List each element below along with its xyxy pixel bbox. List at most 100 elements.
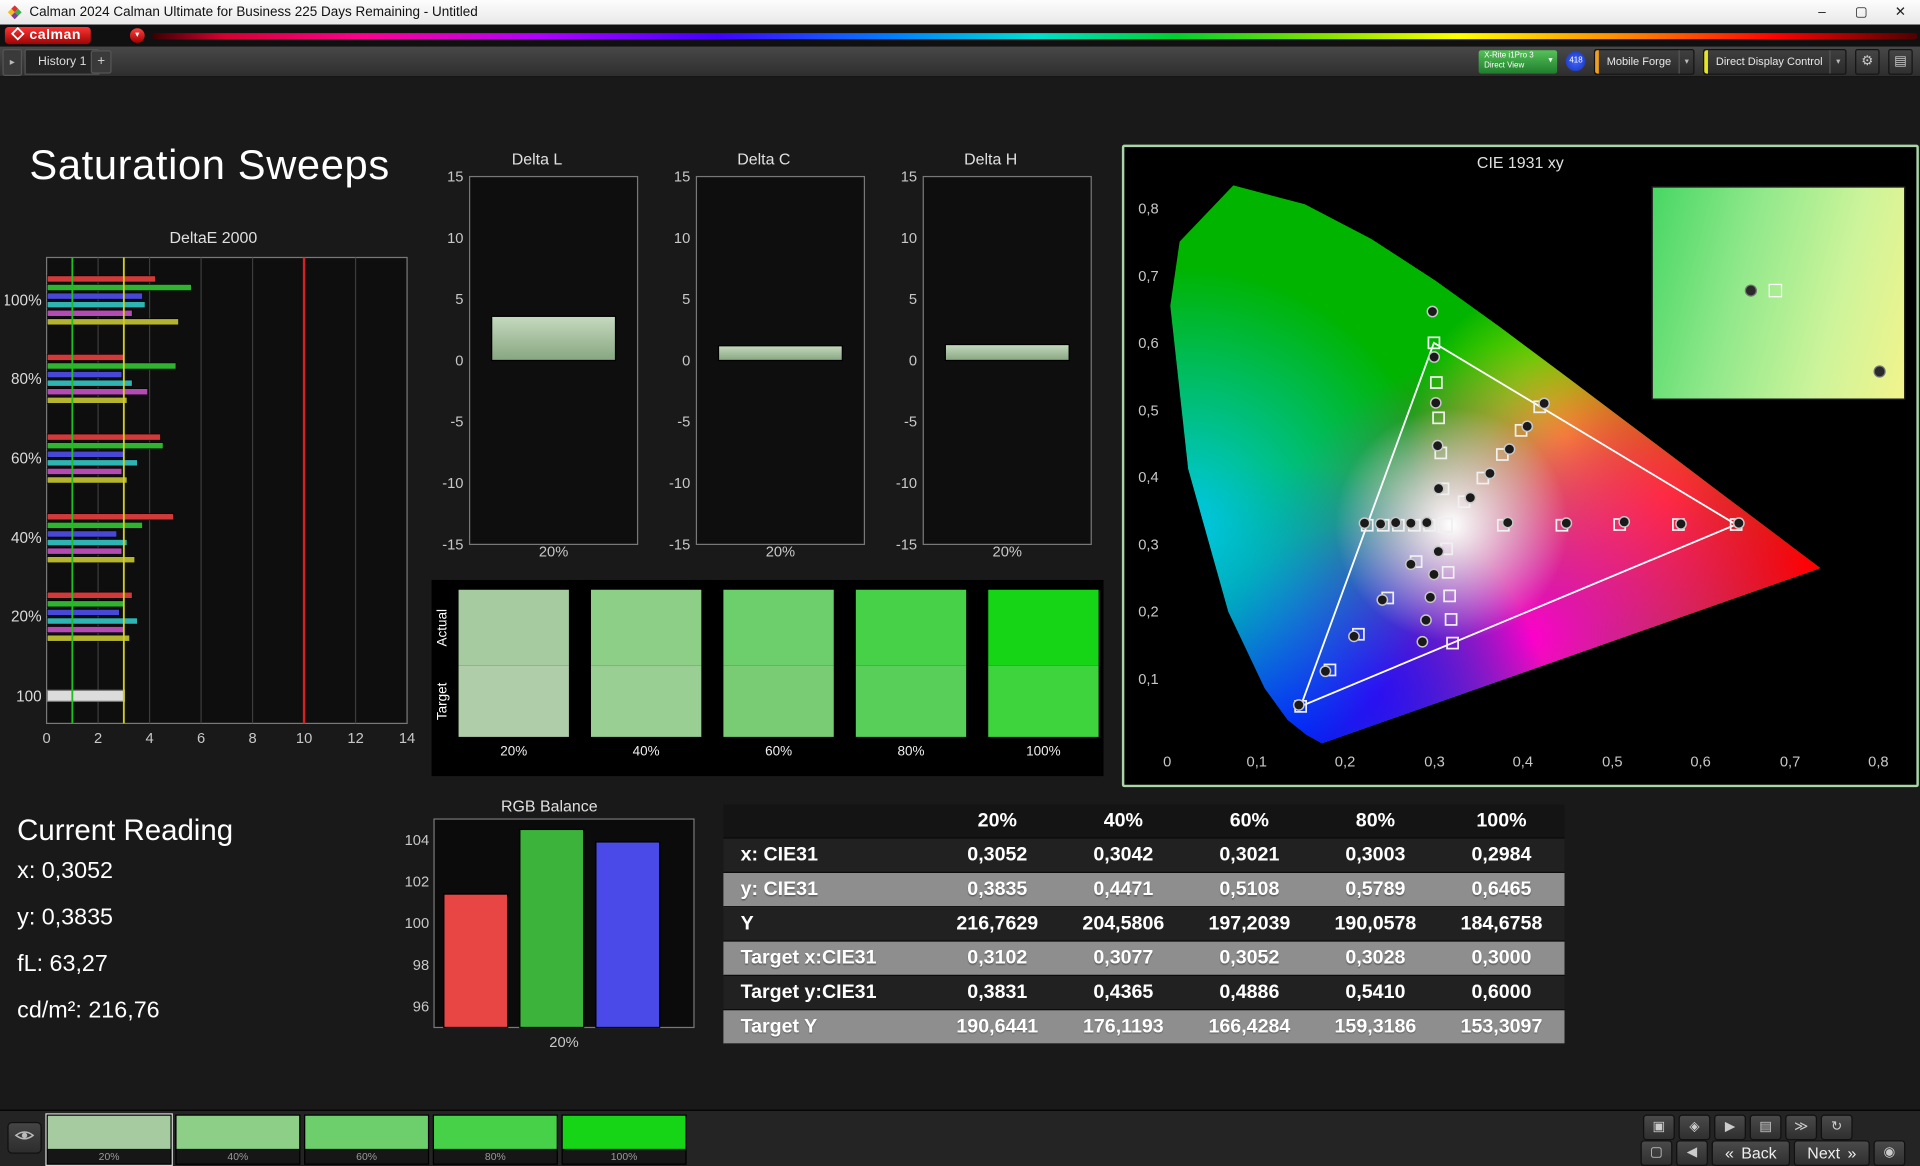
table-cell: 0,3077 xyxy=(1093,947,1154,969)
saturation-swatch-button[interactable]: 60% xyxy=(304,1114,430,1165)
eye-icon xyxy=(14,1127,35,1149)
delta-y-tick: -15 xyxy=(669,537,690,553)
next-label: Next xyxy=(1807,1143,1841,1163)
add-tab-button[interactable]: + xyxy=(90,50,112,74)
cie-x-tick: 0,3 xyxy=(1424,754,1444,770)
deltae-bar xyxy=(46,539,128,546)
deltae-x-tick: 12 xyxy=(347,731,363,747)
actual-swatch xyxy=(458,589,569,666)
meter-label: X-Rite i1Pro 3 Direct View xyxy=(1484,51,1548,71)
rgb-bar-blue xyxy=(595,841,661,1029)
app-icon xyxy=(7,5,22,20)
table-cell: 184,6758 xyxy=(1460,912,1543,934)
actual-row-label: Actual xyxy=(434,590,451,666)
cie-measured-point xyxy=(1428,351,1441,363)
swatch-color-block xyxy=(176,1115,300,1149)
actual-label-text: Actual xyxy=(435,609,450,647)
reading-fl: fL: 63,27 xyxy=(17,951,108,978)
table-cell: 190,0578 xyxy=(1334,912,1417,934)
table-column-header: 20% xyxy=(977,809,1017,831)
table-row: x: CIE31 0,3052 0,3042 0,3021 0,3003 0,2984 xyxy=(723,838,1565,873)
table-cell: 0,3052 xyxy=(967,844,1028,866)
rgb-y-tick: 104 xyxy=(405,833,430,849)
target-row-label: Target xyxy=(434,666,451,737)
skip-button[interactable]: ≫ xyxy=(1785,1114,1818,1141)
table-row: Y 216,7629 204,5806 197,2039 190,0578 184,675… xyxy=(723,907,1565,942)
actual-swatch xyxy=(855,589,967,666)
table-column-header: 100% xyxy=(1476,809,1527,831)
screenshot-button[interactable]: ▣ xyxy=(1642,1114,1675,1141)
brand-menu-caret[interactable]: ▾ xyxy=(129,28,145,43)
panel-expand-button[interactable]: ▸ xyxy=(2,49,23,77)
app-window: Calman 2024 Calman Ultimate for Business… xyxy=(0,0,1920,1166)
next-button[interactable]: Next » xyxy=(1793,1140,1870,1166)
deltae-group-label: 60% xyxy=(11,450,42,467)
deltae-bar xyxy=(46,522,143,529)
lock-button[interactable]: ◈ xyxy=(1678,1114,1711,1141)
cie-y-tick: 0,2 xyxy=(1138,605,1158,621)
display-control-button[interactable]: Direct Display Control ▾ xyxy=(1703,48,1847,75)
delta-bar xyxy=(491,315,617,362)
maximize-button[interactable]: ▢ xyxy=(1842,0,1881,25)
cie-measured-point xyxy=(1424,591,1437,604)
refresh-button[interactable]: ↻ xyxy=(1820,1114,1853,1141)
meter-line2: Direct View xyxy=(1484,61,1525,70)
table-cell: 0,3835 xyxy=(967,878,1028,900)
back-icon: « xyxy=(1724,1143,1734,1163)
source-selector-button[interactable]: Mobile Forge ▾ xyxy=(1594,48,1696,75)
cie-measured-point xyxy=(1404,517,1417,530)
table-column-header: 60% xyxy=(1229,809,1270,831)
delta-bar xyxy=(944,343,1070,362)
titlebar: Calman 2024 Calman Ultimate for Business… xyxy=(0,0,1920,26)
delta-y-tick: 10 xyxy=(447,231,463,247)
cie-x-tick: 0,8 xyxy=(1868,754,1888,770)
saturation-swatch-button[interactable]: 20% xyxy=(45,1113,173,1166)
actual-swatch xyxy=(988,589,1099,666)
table-cell: 216,7629 xyxy=(956,912,1039,934)
play-button[interactable]: ▶ xyxy=(1714,1114,1746,1141)
speaker-button[interactable]: ◀ xyxy=(1675,1140,1708,1166)
power-button[interactable]: ◉ xyxy=(1873,1140,1906,1166)
delta-bar xyxy=(717,345,843,362)
tab-history-1[interactable]: History 1 xyxy=(24,49,100,75)
deltae-bar xyxy=(46,284,192,291)
settings-gear-button[interactable]: ⚙ xyxy=(1855,48,1880,75)
layout-button[interactable]: ▤ xyxy=(1888,48,1913,75)
meter-count-badge[interactable]: 418 xyxy=(1566,51,1586,72)
cash-button[interactable]: ▤ xyxy=(1749,1114,1782,1141)
saturation-swatch-button[interactable]: 40% xyxy=(175,1114,301,1165)
delta-y-tick: 15 xyxy=(447,169,463,185)
saturation-swatch-button[interactable]: 100% xyxy=(561,1114,687,1165)
meter-selector-button[interactable]: X-Rite i1Pro 3 Direct View ▾ xyxy=(1479,49,1558,73)
current-reading-panel: Current Reading x: 0,3052 y: 0,3835 fL: … xyxy=(17,814,233,1035)
cie-y-tick: 0,7 xyxy=(1138,269,1158,285)
deltae-bar xyxy=(46,309,133,317)
deltae-bar xyxy=(46,609,120,616)
delta-y-tick: 15 xyxy=(674,169,690,185)
window-controls: – ▢ ✕ xyxy=(1802,0,1920,25)
cie-measured-point xyxy=(1404,558,1417,571)
delta-c-chart: Delta C 15 10 5 0 -5 -10 -15 20% xyxy=(660,150,868,567)
close-button[interactable]: ✕ xyxy=(1881,0,1920,25)
reading-x: x: 0,3052 xyxy=(17,858,114,885)
preview-eye-button[interactable] xyxy=(7,1121,42,1154)
table-cell: 0,3003 xyxy=(1345,844,1406,866)
bottom-bar: 20% 40% 60% 80% 100% ▣ ◈ ▶ ▤ ≫ ↻ ▢ ◀ « Back Next » ◉ xyxy=(0,1109,1920,1166)
cie-x-tick: 0,5 xyxy=(1602,754,1622,770)
saturation-swatch-button[interactable]: 80% xyxy=(432,1114,558,1165)
back-button[interactable]: « Back xyxy=(1711,1140,1791,1166)
cie-measured-point xyxy=(1428,568,1440,581)
display-mode-button[interactable]: ▢ xyxy=(1640,1140,1673,1166)
chevron-down-icon: ▾ xyxy=(1548,56,1553,65)
calman-logo[interactable]: calman xyxy=(4,26,91,45)
cie-measured-point xyxy=(1618,515,1631,528)
table-row: Target Y 190,6441 176,1193 166,4284 159,3186… xyxy=(723,1010,1565,1045)
deltae-x-tick: 10 xyxy=(296,731,312,747)
deltae-bar xyxy=(46,433,161,441)
deltae-bar xyxy=(46,513,174,521)
table-row: Target x:CIE31 0,3102 0,3077 0,3052 0,3028 0,… xyxy=(723,941,1565,976)
cie-y-tick: 0,5 xyxy=(1138,404,1158,420)
deltae-white-bar xyxy=(46,689,126,702)
minimize-button[interactable]: – xyxy=(1802,0,1841,25)
swatch-color-block xyxy=(434,1115,557,1149)
